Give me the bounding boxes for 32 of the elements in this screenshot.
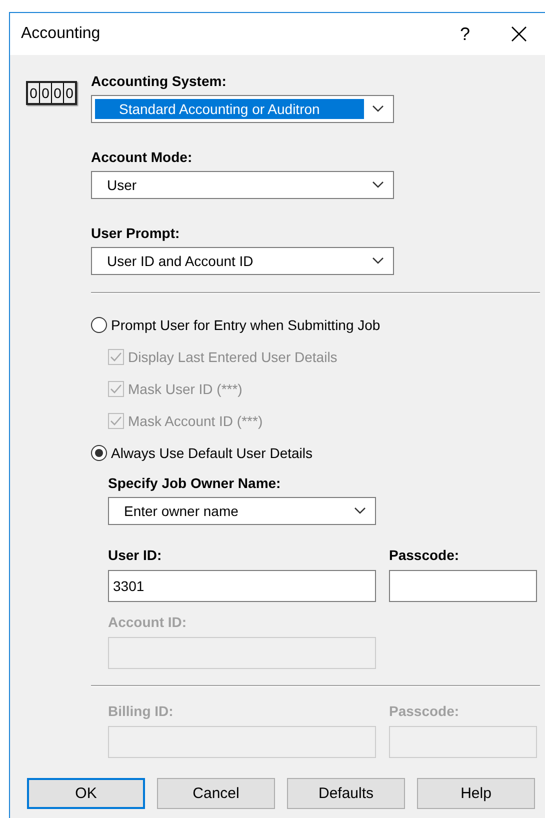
radio-option[interactable]: Prompt User for Entry when Submitting Job bbox=[91, 309, 545, 341]
dialog-button[interactable]: Cancel bbox=[157, 778, 275, 809]
dropdown-label: User Prompt: bbox=[91, 225, 181, 241]
chevron-down-icon bbox=[372, 105, 384, 113]
dialog-button[interactable]: OK bbox=[27, 778, 145, 809]
dropdown[interactable]: Enter owner name bbox=[108, 497, 376, 525]
dialog-button[interactable]: Defaults bbox=[287, 778, 405, 809]
counter-icon: 0 0 0 0 bbox=[26, 81, 77, 105]
field-label: Billing ID: bbox=[108, 703, 174, 719]
input-field[interactable] bbox=[389, 570, 537, 602]
field-label: Account ID: bbox=[108, 614, 188, 630]
checkmark-icon bbox=[109, 414, 123, 428]
radio-option[interactable]: Always Use Default User Details bbox=[91, 437, 545, 469]
dropdown-label: Specify Job Owner Name: bbox=[108, 475, 282, 491]
checkmark-icon bbox=[109, 382, 123, 396]
help-button[interactable]: ? bbox=[445, 18, 485, 50]
dialog-button[interactable]: Help bbox=[417, 778, 535, 809]
close-icon bbox=[511, 26, 527, 42]
checkmark-icon bbox=[109, 350, 123, 364]
dropdown[interactable]: Standard Accounting or Auditron bbox=[91, 95, 394, 123]
dropdown[interactable]: User ID and Account ID bbox=[91, 247, 394, 275]
chevron-down-icon bbox=[354, 507, 366, 515]
field-label: User ID: bbox=[108, 547, 163, 563]
dropdown[interactable]: User bbox=[91, 171, 394, 199]
chevron-down-icon bbox=[372, 181, 384, 189]
dropdown-label: Accounting System: bbox=[91, 73, 228, 89]
field-label: Passcode: bbox=[389, 703, 460, 719]
dropdown-label: Account Mode: bbox=[91, 149, 194, 165]
window-title: Accounting bbox=[21, 25, 102, 43]
input-field[interactable]: 3301 bbox=[108, 570, 376, 602]
field-label: Passcode: bbox=[389, 547, 460, 563]
chevron-down-icon bbox=[372, 257, 384, 265]
